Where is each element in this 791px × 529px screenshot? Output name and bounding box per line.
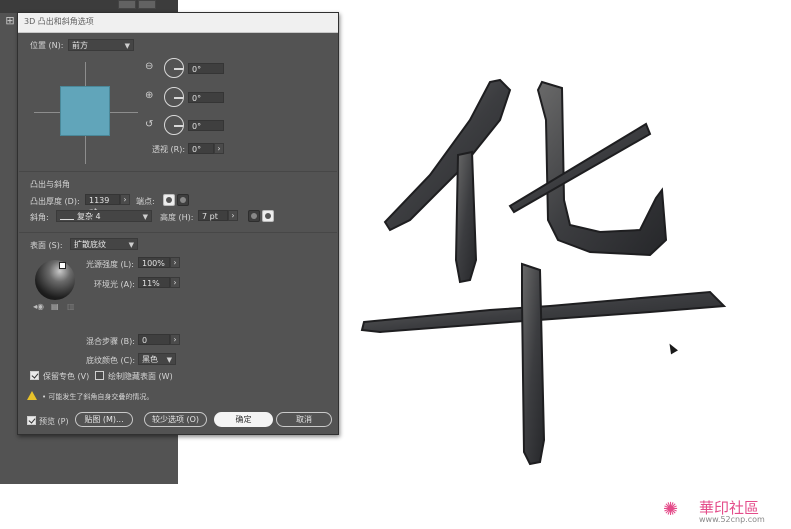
light-source-handle[interactable] [59, 262, 66, 269]
blend-steps-label: 混合步骤 (B): [86, 337, 135, 346]
bevel-select-value: 复杂 4 [77, 212, 101, 221]
dialog-title: 3D 凸出和斜角选项 [24, 17, 94, 26]
position-select-value: 前方 [72, 41, 88, 50]
watermark-logo-icon: ✺ [663, 499, 679, 520]
artwork-3d-glyph [360, 78, 727, 466]
preserve-spot-checkbox[interactable] [30, 371, 39, 380]
perspective-chevron-icon[interactable]: › [214, 143, 224, 154]
chevron-down-icon: ▼ [166, 356, 172, 364]
cap-off-button[interactable] [177, 194, 189, 206]
move-light-back-icon[interactable]: ◂◉ [33, 302, 44, 311]
y-axis-rotate-icon: ⊕ [145, 90, 154, 101]
height-chevron-icon[interactable]: › [228, 210, 238, 221]
x-rotation-field[interactable]: 0° [188, 63, 224, 74]
x-axis-rotate-icon: ⊖ [145, 61, 154, 72]
lighting-sphere[interactable] [35, 260, 75, 300]
bevel-select[interactable]: 复杂 4 ▼ [56, 210, 152, 222]
surface-select[interactable]: 扩散底纹 ▼ [70, 238, 138, 250]
ok-button[interactable]: 确定 [214, 412, 273, 427]
blend-steps-field[interactable]: 0 [138, 334, 170, 345]
extrude-section-label: 凸出与斜角 [30, 180, 70, 189]
dialog-titlebar[interactable]: 3D 凸出和斜角选项 [18, 13, 338, 33]
ambient-light-chevron-icon[interactable]: › [170, 277, 180, 288]
map-button[interactable]: 贴图 (M)... [75, 412, 133, 427]
cancel-button[interactable]: 取消 [276, 412, 332, 427]
shading-color-value: 黑色 [142, 355, 158, 364]
chevron-down-icon: ▼ [124, 42, 130, 50]
y-rotation-dial[interactable] [164, 87, 184, 107]
preview-label: 预览 (P) [39, 417, 69, 426]
draw-hidden-checkbox[interactable] [95, 371, 104, 380]
extrude-bevel-dialog: 3D 凸出和斜角选项 位置 (N): 前方 ▼ ⊖ 0° ⊕ 0° ↺ 0° 透… [17, 12, 339, 435]
bevel-label: 斜角: [30, 213, 49, 222]
light-intensity-field[interactable]: 100% [138, 257, 170, 268]
divider [19, 171, 337, 172]
position-label: 位置 (N): [30, 41, 64, 50]
light-intensity-chevron-icon[interactable]: › [170, 257, 180, 268]
shading-color-select[interactable]: 黑色 ▼ [138, 353, 176, 365]
perspective-label: 透视 (R): [152, 145, 186, 154]
preview-checkbox[interactable] [27, 416, 36, 425]
panel-close-button[interactable] [138, 0, 156, 9]
watermark-url: www.52cnp.com [699, 515, 765, 524]
watermark: ✺ 華印社區 www.52cnp.com [663, 497, 791, 527]
surface-label: 表面 (S): [30, 241, 63, 250]
divider [19, 232, 337, 233]
chevron-down-icon: ▼ [128, 241, 134, 249]
bevel-extend-in-button[interactable] [262, 210, 274, 222]
new-light-icon[interactable]: ▤ [51, 302, 59, 311]
surface-select-value: 扩散底纹 [74, 240, 106, 249]
delete-light-icon[interactable]: ▥ [67, 302, 75, 311]
chevron-down-icon: ▼ [142, 213, 148, 221]
fewer-options-button[interactable]: 较少选项 (O) [144, 412, 207, 427]
ambient-light-label: 环境光 (A): [94, 280, 135, 289]
bevel-shape-icon [60, 213, 74, 220]
ambient-light-field[interactable]: 11% [138, 277, 170, 288]
cap-on-button[interactable] [163, 194, 175, 206]
x-rotation-dial[interactable] [164, 58, 184, 78]
extrude-depth-label: 凸出厚度 (D): [30, 197, 80, 206]
z-axis-rotate-icon: ↺ [145, 119, 154, 130]
light-intensity-label: 光源强度 (L): [86, 260, 134, 269]
height-field[interactable]: 7 pt [198, 210, 228, 221]
extrude-depth-chevron-icon[interactable]: › [120, 194, 130, 205]
blend-steps-chevron-icon[interactable]: › [170, 334, 180, 345]
panel-collapse-button[interactable] [118, 0, 136, 9]
z-rotation-field[interactable]: 0° [188, 120, 224, 131]
bevel-extend-out-button[interactable] [248, 210, 260, 222]
warning-text: • 可能发生了斜角自身交叠的情况。 [42, 393, 154, 401]
perspective-field[interactable]: 0° [188, 143, 214, 154]
shading-color-label: 底纹颜色 (C): [86, 356, 136, 365]
height-label: 高度 (H): [160, 213, 194, 222]
draw-hidden-label: 绘制隐藏表面 (W) [108, 372, 173, 381]
z-rotation-dial[interactable] [164, 115, 184, 135]
preserve-spot-label: 保留专色 (V) [43, 372, 90, 381]
position-track-cube[interactable] [34, 62, 138, 164]
warning-icon [27, 391, 37, 400]
y-rotation-field[interactable]: 0° [188, 92, 224, 103]
layers-icon[interactable]: ⊞ [3, 14, 17, 28]
cap-label: 端点: [136, 197, 155, 206]
extrude-depth-field[interactable]: 1139 pt [85, 194, 120, 216]
position-select[interactable]: 前方 ▼ [68, 39, 134, 51]
cube-preview[interactable] [60, 86, 110, 136]
